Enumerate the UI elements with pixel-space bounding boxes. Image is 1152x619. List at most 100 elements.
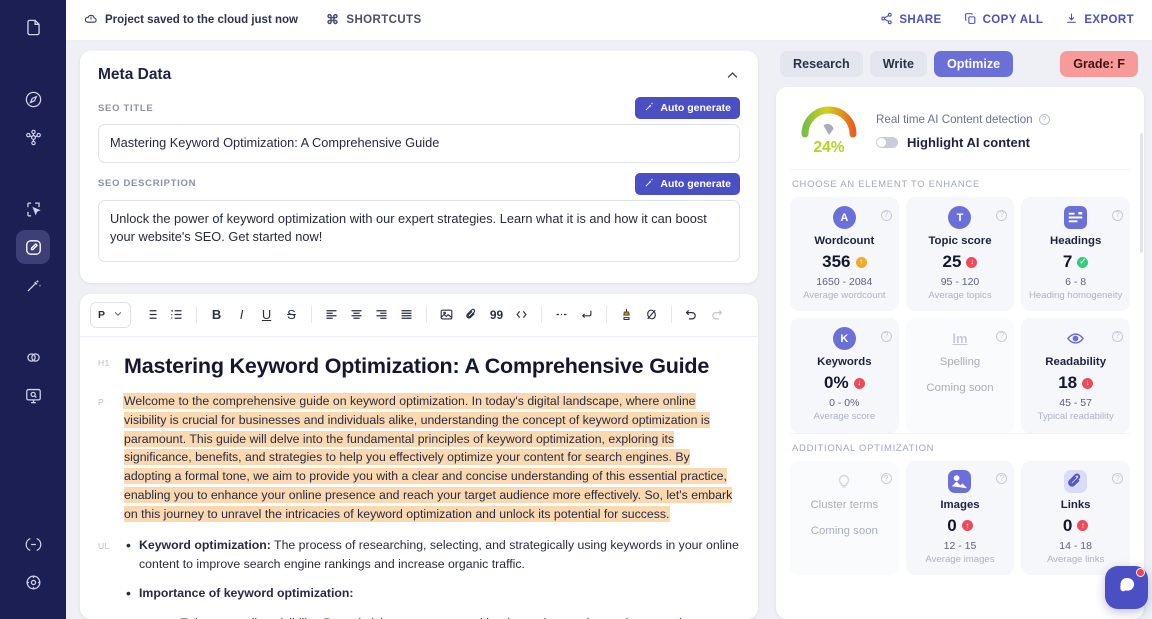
italic-button[interactable]: I xyxy=(230,303,253,326)
toolbar-divider xyxy=(426,306,427,323)
align-left-button[interactable] xyxy=(320,303,343,326)
monitor-search-icon xyxy=(24,386,43,405)
status-down-icon: ↓ xyxy=(966,257,977,268)
meta-data-title: Meta Data xyxy=(98,66,171,84)
help-icon[interactable]: ? xyxy=(1112,473,1123,484)
block-type-select[interactable]: P xyxy=(90,302,131,328)
stat-sub: Average wordcount xyxy=(796,290,893,302)
align-right-icon xyxy=(374,307,389,322)
additional-stats-grid: ? Cluster terms Coming soon ? xyxy=(790,461,1130,575)
auto-generate-description-button[interactable]: Auto generate xyxy=(635,173,740,195)
highlight-color-button[interactable] xyxy=(615,303,638,326)
sidebar-item-audit[interactable] xyxy=(16,378,50,412)
auto-generate-title-button[interactable]: Auto generate xyxy=(635,97,740,119)
stat-card-readability[interactable]: ? Readability 18 ↓ 45 - 57 Typical reada… xyxy=(1021,318,1130,432)
help-icon[interactable]: ? xyxy=(996,210,1007,221)
toolbar-divider xyxy=(311,306,312,323)
export-button[interactable]: EXPORT xyxy=(1065,12,1134,28)
share-label: SHARE xyxy=(899,14,941,26)
stat-name: Keywords xyxy=(796,356,893,368)
ai-detection-label: Real time AI Content detection xyxy=(876,113,1033,126)
bulleted-list-button[interactable] xyxy=(140,303,163,326)
sidebar-item-collapse[interactable] xyxy=(16,527,50,561)
help-icon[interactable]: ? xyxy=(996,331,1007,342)
insert-image-button[interactable] xyxy=(435,303,458,326)
tab-write[interactable]: Write xyxy=(870,51,927,77)
help-icon-wrap: ? xyxy=(881,325,892,343)
help-icon[interactable]: ? xyxy=(1112,331,1123,342)
help-icon[interactable]: ? xyxy=(881,473,892,484)
link-icon xyxy=(1064,470,1087,493)
sidebar-item-links[interactable] xyxy=(16,340,50,374)
letter-a-icon: A xyxy=(833,206,856,229)
bold-button[interactable]: B xyxy=(205,303,228,326)
grade-badge[interactable]: Grade: F xyxy=(1060,51,1138,77)
eye-icon xyxy=(1064,327,1087,350)
chevron-up-icon xyxy=(725,68,740,83)
stat-card-wordcount[interactable]: ? A Wordcount 356 ↑ 1650 - 2084 Average … xyxy=(790,197,899,311)
underline-icon: U xyxy=(262,307,271,322)
stat-card-keywords[interactable]: ? K Keywords 0% ↓ 0 - 0% Average score xyxy=(790,318,899,432)
sidebar-item-explore[interactable] xyxy=(16,82,50,116)
code-block-button[interactable] xyxy=(510,303,533,326)
undo-button[interactable] xyxy=(680,303,703,326)
notification-dot xyxy=(1136,568,1145,577)
document-list[interactable]: Keyword optimization: The process of res… xyxy=(124,536,740,619)
sidebar-item-ai-writer[interactable] xyxy=(16,268,50,302)
share-button[interactable]: SHARE xyxy=(880,12,941,28)
body-split: Meta Data SEO TITLE xyxy=(66,41,1152,619)
help-icon[interactable]: ? xyxy=(881,210,892,221)
align-center-button[interactable] xyxy=(345,303,368,326)
redo-button[interactable] xyxy=(705,303,728,326)
sidebar-item-select[interactable] xyxy=(16,192,50,226)
stat-card-images[interactable]: ? Images 0 ↑ 12 - 15 Average images xyxy=(906,461,1015,575)
share-icon xyxy=(880,12,893,28)
sidebar-item-editor[interactable] xyxy=(16,230,50,264)
sidebar-item-settings[interactable] xyxy=(16,565,50,599)
help-icon[interactable]: ? xyxy=(1112,210,1123,221)
underline-button[interactable]: U xyxy=(255,303,278,326)
sidebar-item-document[interactable] xyxy=(16,10,50,44)
document-heading-1[interactable]: Mastering Keyword Optimization: A Compre… xyxy=(124,353,740,380)
stat-value-row: 0 ↑ xyxy=(1027,516,1124,536)
insert-image-icon xyxy=(439,307,454,322)
line-break-button[interactable] xyxy=(575,303,598,326)
panel-scrollbar[interactable] xyxy=(1140,133,1143,253)
document-block-list: UL Keyword optimization: The process of … xyxy=(98,536,740,619)
blockquote-icon: 99 xyxy=(490,308,503,322)
numbered-list-button[interactable] xyxy=(165,303,188,326)
copy-all-button[interactable]: COPY ALL xyxy=(964,12,1044,28)
chat-support-button[interactable] xyxy=(1105,566,1148,609)
insert-link-button[interactable] xyxy=(460,303,483,326)
top-bar-right: SHARE COPY ALL EXPORT xyxy=(880,12,1134,28)
tab-optimize[interactable]: Optimize xyxy=(934,51,1013,77)
strikethrough-button[interactable]: S xyxy=(280,303,303,326)
status-ok-icon: ✓ xyxy=(1077,257,1088,268)
stat-name: Spelling xyxy=(912,356,1009,368)
sidebar-item-clusters[interactable] xyxy=(16,120,50,154)
help-icon[interactable]: ? xyxy=(881,331,892,342)
collapse-meta-button[interactable] xyxy=(725,68,740,83)
highlight-ai-toggle[interactable] xyxy=(876,137,898,148)
help-icon[interactable]: ? xyxy=(1039,114,1050,125)
blockquote-button[interactable]: 99 xyxy=(485,303,508,326)
meta-data-header: Meta Data xyxy=(98,66,740,84)
document-paragraph[interactable]: Welcome to the comprehensive guide on ke… xyxy=(124,392,740,523)
help-icon[interactable]: ? xyxy=(996,473,1007,484)
stat-sub: Heading homogeneity xyxy=(1027,290,1124,302)
optimize-panel: 24% Real time AI Content detection ? Hig… xyxy=(776,87,1144,619)
align-right-button[interactable] xyxy=(370,303,393,326)
stat-card-headings[interactable]: ? Headings 7 ✓ 6 - 8 Heading homogeneity xyxy=(1021,197,1130,311)
stat-sub: Average images xyxy=(912,554,1009,566)
seo-title-input[interactable] xyxy=(98,124,740,163)
shortcuts-button[interactable]: ⌘ SHORTCUTS xyxy=(326,12,422,28)
stat-card-topic-score[interactable]: ? T Topic score 25 ↓ 95 - 120 Average to… xyxy=(906,197,1015,311)
stat-card-links[interactable]: ? Links 0 ↑ 14 - 18 Average links xyxy=(1021,461,1130,575)
horizontal-rule-button[interactable] xyxy=(550,303,573,326)
seo-description-input[interactable] xyxy=(98,200,740,262)
tab-research[interactable]: Research xyxy=(780,51,863,77)
top-bar-left: Project saved to the cloud just now ⌘ SH… xyxy=(84,12,422,29)
clear-format-button[interactable] xyxy=(640,303,663,326)
align-justify-button[interactable] xyxy=(395,303,418,326)
document-canvas[interactable]: H1 Mastering Keyword Optimization: A Com… xyxy=(80,337,758,619)
